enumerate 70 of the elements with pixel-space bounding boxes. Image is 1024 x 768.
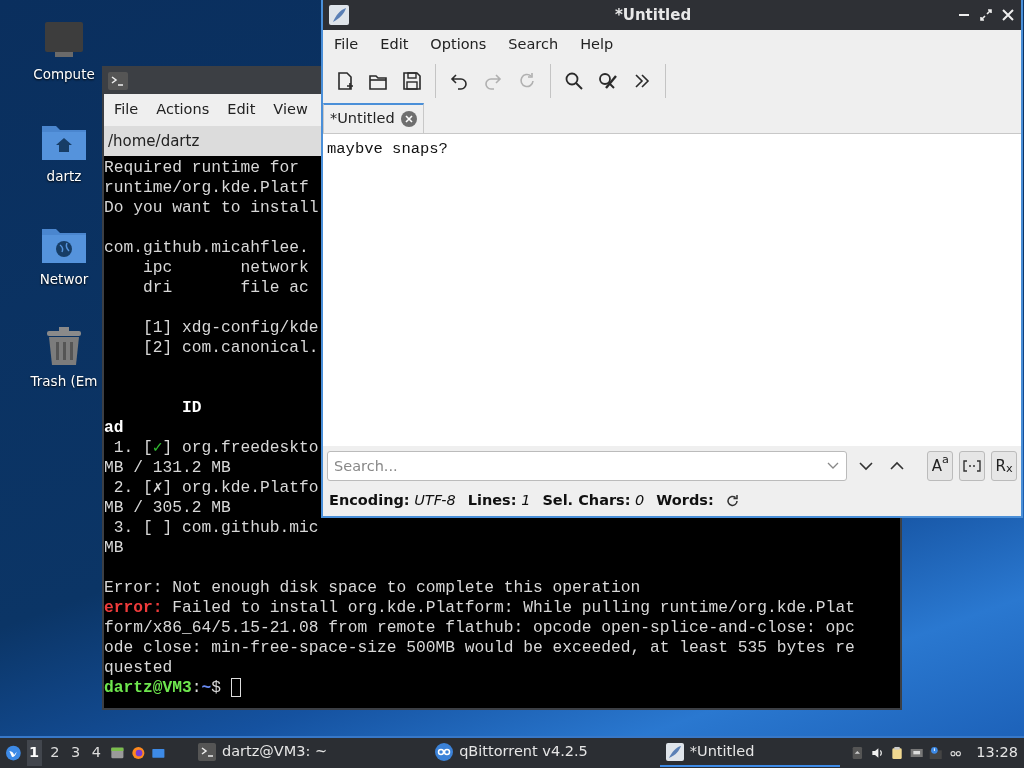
icon-label[interactable]: dartz	[46, 166, 82, 187]
document-text: maybve snaps?	[327, 140, 448, 158]
whole-word-icon[interactable]	[963, 460, 982, 472]
terminal-line: MB	[104, 538, 124, 558]
menu-item[interactable]: View	[265, 97, 316, 123]
close-icon[interactable]	[1001, 8, 1015, 22]
status-field: Sel. Chars: 0	[542, 490, 645, 512]
feather-icon	[329, 5, 349, 25]
menu-item[interactable]: Actions	[148, 97, 218, 123]
text-area[interactable]: maybve snaps?	[323, 134, 1021, 446]
close-icon[interactable]	[400, 111, 417, 127]
workspace-button[interactable]: 1	[26, 740, 42, 766]
terminal-line: Required runtime for	[104, 158, 300, 178]
menu-item[interactable]: Options	[419, 32, 498, 58]
dropdown-icon[interactable]	[827, 462, 839, 470]
terminal-line: ad	[104, 418, 124, 438]
workspace-button[interactable]: 2	[47, 740, 63, 766]
workspace-button[interactable]: 3	[68, 740, 83, 766]
terminal-line: error: Failed to install org.kde.Platform: While pulling runtime/org.kde.Plat	[104, 598, 855, 618]
terminal-line: MB / 131.2 MB	[104, 458, 231, 478]
icon-label[interactable]: Networ	[39, 268, 89, 289]
icon-label[interactable]: Trash (Em	[30, 370, 98, 391]
menu-item[interactable]: Edit	[369, 32, 420, 58]
menu-item[interactable]: Edit	[219, 97, 264, 123]
tab-label[interactable]: /home/dartz	[108, 129, 200, 153]
terminal-line: Error: Not enough disk space to complete this operation	[104, 578, 641, 598]
terminal-icon	[198, 743, 216, 761]
terminal-line: MB / 305.2 MB	[104, 498, 231, 518]
menu-item[interactable]: Help	[569, 32, 625, 58]
regex-button[interactable]: R$_{x}$	[991, 451, 1017, 481]
terminal-line: quested	[104, 658, 173, 678]
taskbar-button[interactable]: dartz@VM3: ~	[192, 739, 334, 767]
status-field: Encoding: UTF-8	[329, 490, 456, 512]
terminal-line: dri file ac	[142, 278, 309, 298]
search-field[interactable]: Search...	[327, 451, 847, 481]
status-field: Words:	[656, 490, 714, 512]
terminal-line: runtime/org.kde.Platf	[104, 178, 309, 198]
tab[interactable]: *Untitled	[323, 103, 424, 133]
window-title: *Untitled	[613, 4, 693, 26]
terminal-line: 1. [✓] org.freedeskto	[112, 438, 319, 458]
terminal-icon	[108, 72, 128, 90]
terminal-line: ipc network	[142, 258, 309, 278]
search-pen-icon[interactable]	[598, 71, 618, 91]
menu-item[interactable]: Search	[497, 32, 570, 58]
terminal-line: dartz@VM3:~$	[104, 678, 223, 698]
refresh-icon[interactable]	[725, 494, 740, 508]
save-icon[interactable]	[402, 71, 422, 91]
terminal-line: [2] com.canonical.	[142, 338, 319, 358]
taskbar-button[interactable]: qBittorrent v4.2.5	[429, 739, 594, 767]
terminal-line: 2. [✗] org.kde.Platfo	[112, 478, 319, 498]
app-icon	[435, 743, 454, 761]
terminal-line: ode close: min-free-space-size 500MB would be exceeded, at least 535 bytes re	[104, 638, 855, 658]
taskbar-button[interactable]: *Untitled	[659, 739, 840, 767]
status-field: Lines: 1	[467, 490, 531, 512]
menu-item[interactable]: File	[106, 97, 147, 123]
maximize-icon[interactable]	[979, 8, 993, 22]
search-icon[interactable]	[564, 71, 584, 91]
terminal-line: com.github.micahflee.	[104, 238, 309, 258]
menu-item[interactable]: File	[323, 32, 370, 58]
terminal-line: ID	[181, 398, 202, 418]
workspace-button[interactable]: 4	[89, 740, 104, 766]
terminal-line: [1] xdg-config/kde	[142, 318, 319, 338]
terminal-line: form/x86_64/5.15-21.08 from remote flathub: opcode open-splice-and-close: opc	[104, 618, 855, 638]
feather-icon	[665, 743, 684, 761]
clock[interactable]: 13:28	[976, 742, 1019, 764]
terminal-line: 3. [ ] com.github.mic	[112, 518, 319, 538]
icon-label[interactable]: Compute	[33, 64, 95, 85]
terminal-line: Do you want to install	[104, 198, 319, 218]
undo-icon[interactable]	[449, 71, 469, 91]
match-case-button[interactable]: A$^{a}$	[927, 451, 954, 481]
